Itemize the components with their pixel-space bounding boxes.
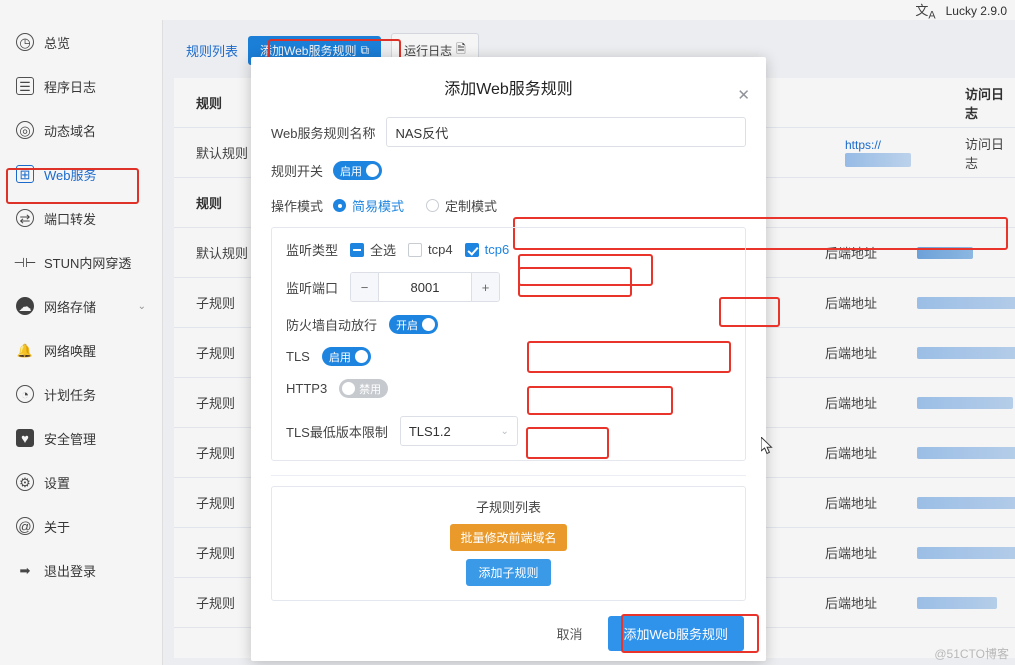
tls-min-select[interactable]: TLS1.2 ⌄	[399, 416, 518, 446]
cancel-button[interactable]: 取消	[543, 615, 596, 651]
divider	[271, 475, 746, 476]
listen-settings-panel: 监听类型 全选 tcp4 tcp6 监听端口 − 8001 + 防火墙自动放行 …	[271, 227, 746, 461]
plus-icon[interactable]: +	[471, 273, 500, 301]
dialog-footer: 取消 添加Web服务规则	[251, 605, 766, 661]
http3-state-label: 禁用	[359, 383, 382, 396]
sub-rule-title: 子规则列表	[475, 500, 541, 515]
rule-name-label: Web服务规则名称	[271, 125, 376, 141]
tls-row: TLS 启用	[286, 347, 731, 366]
radio-icon	[333, 199, 347, 212]
sub-rule-panel: 子规则列表 批量修改前端域名 添加子规则	[271, 486, 746, 601]
mode-simple-label: 简易模式	[352, 199, 405, 214]
tls-label: TLS	[286, 349, 310, 364]
rule-name-row: Web服务规则名称	[251, 117, 766, 147]
firewall-state-label: 开启	[396, 319, 419, 332]
tls-state-label: 启用	[328, 351, 351, 364]
rule-switch-row: 规则开关 启用	[251, 161, 766, 180]
close-icon[interactable]: ✕	[737, 88, 750, 103]
http3-toggle[interactable]: 禁用	[339, 379, 389, 398]
listen-port-value[interactable]: 8001	[379, 280, 471, 295]
firewall-toggle[interactable]: 开启	[389, 315, 439, 334]
listen-port-stepper[interactable]: − 8001 +	[350, 272, 501, 302]
mode-simple-radio[interactable]: 简易模式	[333, 196, 404, 215]
radio-icon	[426, 199, 440, 212]
listen-port-row: 监听端口 − 8001 +	[286, 272, 731, 302]
listen-tcp4-checkbox[interactable]: tcp4	[408, 242, 453, 257]
firewall-label: 防火墙自动放行	[286, 318, 378, 333]
switch-knob	[422, 318, 436, 331]
tls-min-value: TLS1.2	[408, 423, 451, 439]
mode-custom-radio[interactable]: 定制模式	[426, 196, 497, 215]
listen-tcp4-label: tcp4	[428, 242, 453, 257]
http3-row: HTTP3 禁用	[286, 379, 731, 398]
submit-add-rule-button[interactable]: 添加Web服务规则	[607, 615, 744, 651]
rule-switch-toggle[interactable]: 启用	[333, 161, 383, 180]
chevron-down-icon: ⌄	[500, 425, 509, 437]
listen-port-label: 监听端口	[286, 280, 339, 296]
switch-state-label: 启用	[340, 165, 363, 178]
checkbox-icon	[408, 242, 423, 257]
mode-label: 操作模式	[271, 199, 324, 214]
listen-all-label: 全选	[370, 243, 397, 258]
minus-icon[interactable]: −	[351, 273, 380, 301]
mode-row: 操作模式 简易模式 定制模式	[251, 196, 766, 215]
tls-min-label: TLS最低版本限制	[286, 424, 388, 440]
batch-edit-domain-button[interactable]: 批量修改前端域名	[450, 524, 567, 551]
tls-min-row: TLS最低版本限制 TLS1.2 ⌄	[286, 416, 731, 446]
firewall-row: 防火墙自动放行 开启	[286, 315, 731, 334]
mode-custom-label: 定制模式	[445, 199, 498, 214]
add-web-rule-dialog: 添加Web服务规则 ✕ Web服务规则名称 规则开关 启用 操作模式 简易模式 …	[251, 57, 1008, 661]
rule-switch-label: 规则开关	[271, 164, 324, 179]
listen-tcp6-checkbox[interactable]: tcp6	[464, 242, 510, 257]
switch-knob	[342, 382, 356, 395]
dialog-title: 添加Web服务规则	[444, 81, 573, 98]
listen-all-checkbox[interactable]: 全选	[350, 240, 396, 259]
http3-label: HTTP3	[286, 381, 328, 396]
switch-knob	[366, 164, 380, 177]
checkbox-icon	[350, 242, 365, 257]
listen-type-label: 监听类型	[286, 243, 339, 258]
tls-toggle[interactable]: 启用	[321, 347, 371, 366]
watermark: @51CTO博客	[934, 647, 1009, 661]
switch-knob	[354, 350, 368, 363]
add-sub-rule-button[interactable]: 添加子规则	[466, 559, 551, 586]
listen-tcp6-label: tcp6	[484, 242, 510, 257]
app-root: 文A Lucky 2.9.0 ◷ 总览 ☰ 程序日志 ◎ 动态域名 ⊞ Web服…	[0, 0, 1015, 665]
listen-type-row: 监听类型 全选 tcp4 tcp6	[286, 240, 731, 259]
checkbox-icon	[464, 242, 479, 257]
rule-name-input[interactable]	[385, 117, 746, 147]
